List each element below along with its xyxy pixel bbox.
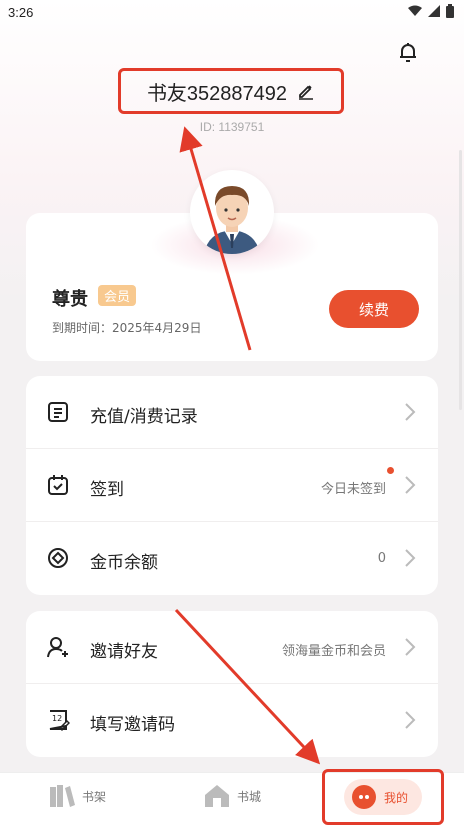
chevron-right-icon [405, 403, 416, 421]
scrollbar[interactable] [459, 150, 462, 410]
menu-item-invite-code[interactable]: 12 填写邀请码 [26, 684, 438, 757]
status-bar: 3:26 [0, 0, 464, 26]
chevron-right-icon [405, 476, 416, 494]
invite-reward-text: 领海量金币和会员 [281, 644, 386, 659]
nav-bookstore[interactable]: 书城 [203, 783, 261, 809]
user-id: ID: 1139751 [199, 120, 265, 134]
bell-icon[interactable] [396, 40, 420, 64]
menu-item-checkin[interactable]: 签到 今日未签到 [26, 449, 438, 522]
chevron-right-icon [405, 638, 416, 656]
chevron-right-icon [405, 549, 416, 567]
status-icons [408, 4, 454, 18]
bookshelf-icon [50, 785, 75, 807]
renew-button[interactable]: 续费 [329, 290, 419, 328]
vip-expiry: 到期时间：2025年4月29日 [52, 321, 202, 335]
status-time: 3:26 [8, 5, 34, 20]
coin-balance: 0 [377, 551, 386, 566]
nav-bookshelf[interactable]: 书架 [48, 783, 106, 809]
vip-badge: 会员 [98, 285, 137, 306]
menu-label-invite-code: 填写邀请码 [90, 715, 175, 735]
menu-label-records: 充值/消费记录 [90, 407, 198, 427]
nav-bookshelf-label: 书架 [82, 789, 107, 804]
bottom-nav: 书架 书城 我的 [0, 769, 464, 825]
username-highlight[interactable]: 书友352887492 [118, 68, 344, 114]
menu-item-coins[interactable]: 金币余额 0 [26, 522, 438, 595]
battery-icon [446, 4, 454, 18]
record-icon [48, 402, 68, 422]
vip-title: 尊贵 [52, 289, 88, 310]
wifi-icon [408, 5, 422, 16]
chevron-right-icon [405, 711, 416, 729]
mine-face-icon [351, 785, 376, 809]
add-user-icon [47, 637, 68, 658]
svg-text:12: 12 [52, 714, 62, 723]
nav-mine-highlight[interactable]: 我的 [322, 769, 444, 825]
nav-bookstore-label: 书城 [237, 789, 262, 804]
edit-icon[interactable] [297, 82, 315, 100]
menu-item-invite-friends[interactable]: 邀请好友 领海量金币和会员 [26, 611, 438, 684]
avatar[interactable] [190, 170, 274, 254]
notification-dot [387, 467, 394, 474]
checkin-status: 今日未签到 [320, 482, 386, 497]
coin-icon [48, 548, 68, 568]
menu-card-invite: 邀请好友 领海量金币和会员 12 填写邀请码 [26, 611, 438, 757]
nav-mine[interactable]: 我的 [343, 779, 422, 815]
signal-icon [428, 5, 440, 17]
nav-mine-label: 我的 [383, 790, 408, 805]
avatar-illustration [204, 186, 260, 254]
menu-label-invite-friends: 邀请好友 [90, 642, 158, 662]
username: 书友352887492 [146, 82, 288, 105]
menu-label-coins: 金币余额 [90, 553, 158, 573]
home-icon [205, 785, 229, 807]
invite-code-icon: 12 [49, 710, 70, 732]
menu-label-checkin: 签到 [90, 480, 124, 500]
menu-item-records[interactable]: 充值/消费记录 [26, 376, 438, 449]
calendar-check-icon [48, 475, 68, 495]
menu-card-account: 充值/消费记录 签到 今日未签到 金币余额 0 [26, 376, 438, 595]
